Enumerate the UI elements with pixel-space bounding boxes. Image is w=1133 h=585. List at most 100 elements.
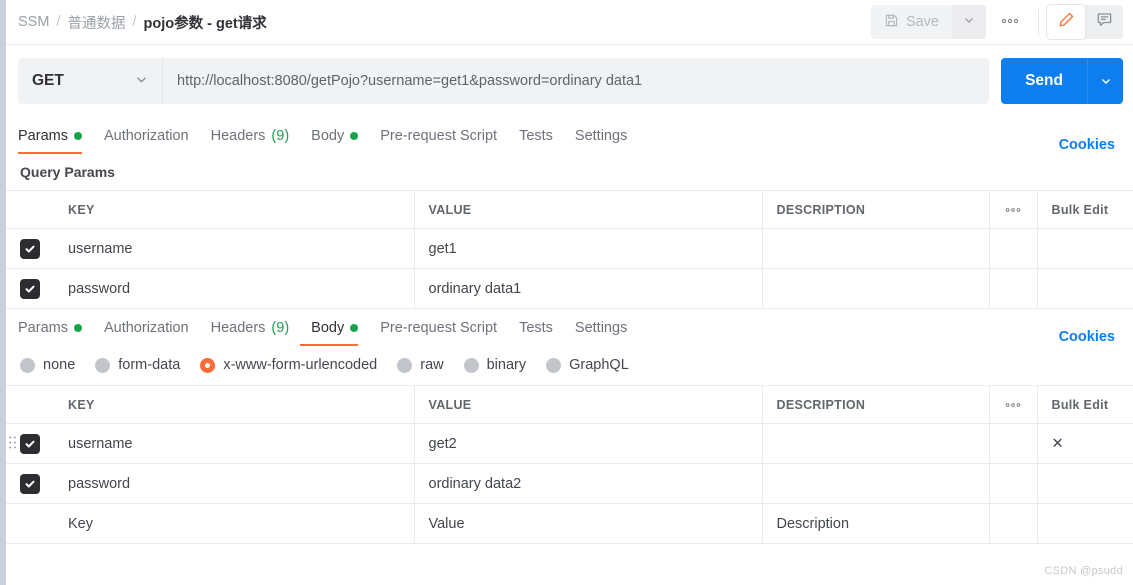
row-key[interactable]: username bbox=[54, 228, 415, 269]
send-dropdown-button[interactable] bbox=[1087, 58, 1123, 104]
table-row-empty[interactable]: Key Value Description bbox=[6, 503, 1133, 544]
row-actions[interactable] bbox=[1037, 228, 1133, 269]
tab-tests[interactable]: Tests bbox=[508, 119, 564, 153]
row-value[interactable]: get1 bbox=[414, 228, 763, 269]
new-description-input[interactable]: Description bbox=[762, 503, 990, 544]
request-tabs-secondary: Params Authorization Headers (9) Body Pr… bbox=[6, 309, 1133, 346]
row-delete-button[interactable] bbox=[1037, 463, 1133, 504]
new-value-input[interactable]: Value bbox=[414, 503, 763, 544]
column-select-all bbox=[6, 385, 54, 424]
breadcrumb-item-folder[interactable]: 普通数据 bbox=[67, 12, 125, 33]
breadcrumb: SSM / 普通数据 / pojo参数 - get请求 bbox=[18, 12, 267, 33]
body-type-label: form-data bbox=[118, 357, 181, 373]
status-dot-icon bbox=[350, 324, 359, 332]
bulk-edit-button[interactable]: Bulk Edit bbox=[1037, 190, 1133, 229]
tab-label: Params bbox=[18, 128, 68, 144]
tab-headers[interactable]: Headers (9) bbox=[200, 311, 301, 345]
send-button[interactable]: Send bbox=[1001, 58, 1087, 104]
cookies-link[interactable]: Cookies bbox=[1059, 329, 1121, 345]
tab-authorization[interactable]: Authorization bbox=[93, 119, 200, 153]
chevron-down-icon bbox=[963, 13, 975, 31]
tab-body[interactable]: Body bbox=[300, 119, 369, 153]
tab-params[interactable]: Params bbox=[18, 311, 93, 345]
row-key[interactable]: username bbox=[54, 423, 415, 464]
tab-label: Pre-request Script bbox=[380, 320, 498, 336]
save-label: Save bbox=[905, 14, 939, 30]
new-key-input[interactable]: Key bbox=[54, 503, 415, 544]
cookies-link[interactable]: Cookies bbox=[1059, 137, 1121, 153]
column-options-button[interactable] bbox=[989, 190, 1038, 229]
row-delete-button[interactable]: ✕ bbox=[1037, 423, 1133, 464]
http-method-value: GET bbox=[32, 72, 64, 89]
more-options-button[interactable] bbox=[990, 5, 1030, 39]
floppy-disk-icon bbox=[884, 13, 899, 32]
row-checkbox[interactable] bbox=[6, 423, 54, 464]
row-value[interactable]: ordinary data2 bbox=[414, 463, 763, 504]
body-type-binary[interactable]: binary bbox=[463, 357, 527, 373]
row-key[interactable]: password bbox=[54, 463, 415, 504]
body-type-form-data[interactable]: form-data bbox=[95, 357, 180, 373]
body-type-raw[interactable]: raw bbox=[397, 357, 444, 373]
table-row[interactable]: password ordinary data1 bbox=[6, 268, 1133, 309]
drag-handle-icon[interactable] bbox=[8, 434, 17, 453]
save-button[interactable]: Save bbox=[870, 5, 952, 39]
table-row[interactable]: username get2 ✕ bbox=[6, 423, 1133, 464]
edit-button[interactable] bbox=[1047, 5, 1085, 39]
tab-params[interactable]: Params bbox=[18, 119, 93, 154]
tab-authorization[interactable]: Authorization bbox=[93, 311, 200, 345]
body-type-graphql[interactable]: GraphQL bbox=[546, 357, 629, 373]
row-options[interactable] bbox=[989, 228, 1038, 269]
row-checkbox[interactable] bbox=[6, 268, 54, 309]
tab-body[interactable]: Body bbox=[300, 311, 369, 346]
column-options-button[interactable] bbox=[989, 385, 1038, 424]
tab-label: Tests bbox=[519, 320, 553, 336]
table-row[interactable]: password ordinary data2 bbox=[6, 463, 1133, 504]
save-dropdown-button[interactable] bbox=[952, 5, 986, 39]
row-value[interactable]: get2 bbox=[414, 423, 763, 464]
row-options[interactable] bbox=[989, 503, 1038, 544]
breadcrumb-item-collection[interactable]: SSM bbox=[18, 14, 49, 30]
row-value[interactable]: ordinary data1 bbox=[414, 268, 763, 309]
comment-button[interactable] bbox=[1085, 5, 1123, 39]
query-params-table-body: username get1 password ordinary data1 bbox=[6, 228, 1133, 309]
tab-count-badge: (9) bbox=[271, 320, 290, 336]
bulk-edit-button[interactable]: Bulk Edit bbox=[1037, 385, 1133, 424]
tab-settings[interactable]: Settings bbox=[564, 311, 638, 345]
row-options[interactable] bbox=[989, 463, 1038, 504]
row-checkbox-empty[interactable] bbox=[6, 503, 54, 544]
postman-request-window: SSM / 普通数据 / pojo参数 - get请求 Save GET htt… bbox=[0, 0, 1133, 585]
row-description[interactable] bbox=[762, 423, 990, 464]
row-description[interactable] bbox=[762, 228, 990, 269]
checkbox-checked-icon bbox=[20, 473, 40, 494]
row-actions[interactable] bbox=[1037, 268, 1133, 309]
row-key[interactable]: password bbox=[54, 268, 415, 309]
pencil-icon bbox=[1058, 11, 1075, 33]
row-checkbox[interactable] bbox=[6, 228, 54, 269]
table-row[interactable]: username get1 bbox=[6, 228, 1133, 269]
breadcrumb-item-request[interactable]: pojo参数 - get请求 bbox=[143, 12, 266, 33]
row-description[interactable] bbox=[762, 268, 990, 309]
column-select-all bbox=[6, 190, 54, 229]
tab-headers[interactable]: Headers (9) bbox=[200, 119, 301, 153]
row-checkbox[interactable] bbox=[6, 463, 54, 504]
http-method-select[interactable]: GET bbox=[18, 58, 162, 104]
body-type-label: binary bbox=[486, 357, 527, 373]
body-type-x-www-form-urlencoded[interactable]: x-www-form-urlencoded bbox=[200, 357, 377, 373]
row-options[interactable] bbox=[989, 268, 1038, 309]
tab-pre-request-script[interactable]: Pre-request Script bbox=[369, 311, 508, 345]
tab-settings[interactable]: Settings bbox=[564, 119, 638, 153]
row-actions[interactable] bbox=[1037, 503, 1133, 544]
row-options[interactable] bbox=[989, 423, 1038, 464]
row-description[interactable] bbox=[762, 463, 990, 504]
body-type-none[interactable]: none bbox=[20, 357, 75, 373]
chevron-down-icon bbox=[135, 73, 148, 89]
tab-pre-request-script[interactable]: Pre-request Script bbox=[369, 119, 508, 153]
column-key: KEY bbox=[54, 385, 415, 424]
tab-label: Settings bbox=[574, 128, 628, 144]
radio-icon bbox=[20, 357, 35, 373]
tab-tests[interactable]: Tests bbox=[508, 311, 564, 345]
radio-selected-icon bbox=[200, 357, 216, 373]
url-input[interactable]: http://localhost:8080/getPojo?username=g… bbox=[162, 58, 990, 104]
main-content: SSM / 普通数据 / pojo参数 - get请求 Save GET htt… bbox=[6, 0, 1133, 585]
tab-label: Authorization bbox=[103, 320, 189, 336]
